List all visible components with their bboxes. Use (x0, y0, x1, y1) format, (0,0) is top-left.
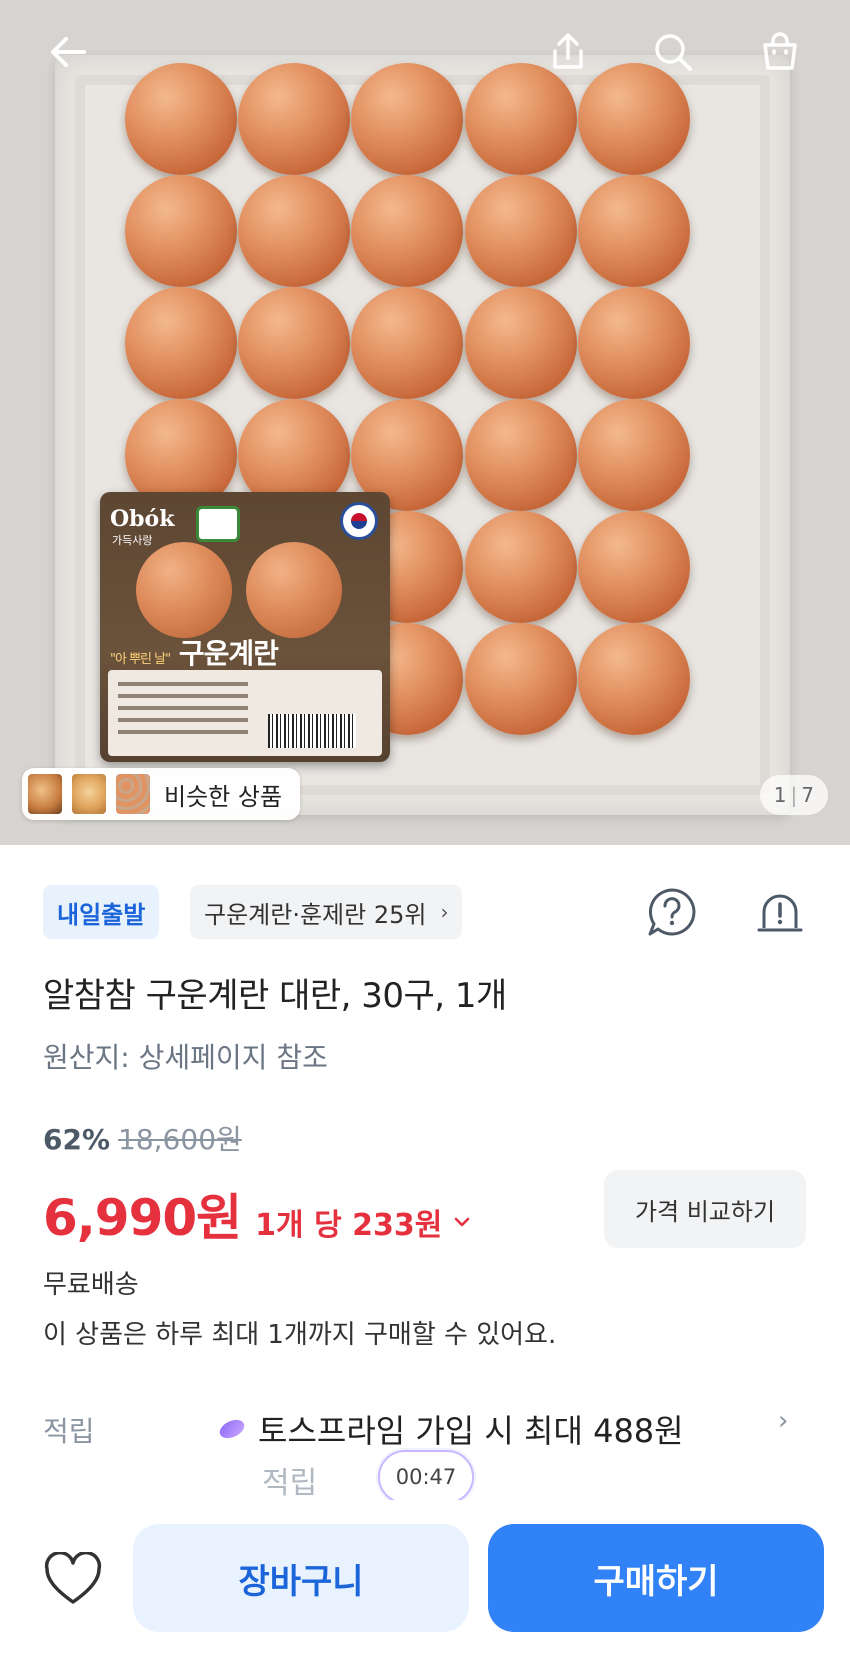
similar-products-label: 비슷한 상품 (164, 782, 283, 811)
barcode-icon (268, 714, 356, 748)
purchase-limit-notice: 이 상품은 하루 최대 1개까지 구매할 수 있어요. (43, 1320, 557, 1350)
chevron-right-icon: › (440, 900, 449, 924)
similar-products-button[interactable]: 비슷한 상품 (22, 768, 301, 820)
similar-thumb (116, 774, 150, 814)
egg-image (238, 175, 350, 287)
reward-text-cont: 적립 (262, 1466, 318, 1501)
similar-thumb (72, 774, 106, 814)
egg-image (578, 511, 690, 623)
discount-rate: 62% (43, 1123, 111, 1156)
sale-price: 6,990원 (43, 1189, 242, 1247)
add-to-cart-button[interactable]: 장바구니 (133, 1524, 469, 1632)
egg-image (351, 287, 463, 399)
origin-info: 원산지: 상세페이지 참조 (43, 1041, 328, 1074)
discount-row: 62% 18,600원 (43, 1118, 242, 1158)
search-icon (655, 34, 692, 71)
price-row: 6,990원 1개 당 233원 (43, 1178, 472, 1250)
question-bubble-icon (648, 888, 696, 936)
label-egg-image (136, 542, 232, 638)
certification-badge-icon (196, 506, 240, 542)
price-compare-button[interactable]: 가격 비교하기 (604, 1170, 806, 1248)
original-price: 18,600원 (118, 1123, 242, 1156)
government-seal-icon (340, 502, 378, 540)
chevron-down-icon (455, 1217, 470, 1227)
reward-promo[interactable]: 토스프라임 가입 시 최대 488원 (218, 1406, 684, 1452)
report-button[interactable] (748, 880, 812, 944)
reward-text: 토스프라임 가입 시 최대 488원 (258, 1412, 684, 1450)
category-ranking-chip[interactable]: 구운계란·훈제란 25위 › (190, 885, 463, 939)
egg-image (125, 63, 237, 175)
unit-price: 1개 당 233원 (255, 1208, 443, 1243)
delivery-badge: 내일출발 (43, 885, 160, 939)
brand-logo: Obók (110, 506, 175, 532)
egg-image (465, 287, 577, 399)
search-button[interactable] (645, 24, 701, 80)
back-button[interactable] (40, 24, 96, 80)
arrow-left-icon (51, 37, 86, 67)
label-product-name: "아 뿌린 날" 구운계란 (110, 637, 279, 670)
brand-sub: 가득사랑 (112, 534, 153, 547)
egg-image (578, 399, 690, 511)
label-egg-image (246, 542, 342, 638)
share-icon (553, 33, 583, 69)
product-package-label: Obók 가득사랑 "아 뿌린 날" 구운계란 (100, 492, 390, 762)
egg-image (578, 287, 690, 399)
buy-now-button[interactable]: 구매하기 (488, 1524, 824, 1632)
product-image-carousel[interactable]: Obók 가득사랑 "아 뿌린 날" 구운계란 비슷한 상품 1 | 7 (0, 0, 850, 845)
egg-image (351, 175, 463, 287)
egg-image (578, 623, 690, 735)
egg-image (465, 399, 577, 511)
question-button[interactable] (640, 880, 704, 944)
favorite-button[interactable] (38, 1545, 108, 1615)
alert-siren-icon (757, 894, 803, 932)
egg-image (465, 175, 577, 287)
egg-image (125, 287, 237, 399)
chevron-right-icon[interactable]: › (778, 1406, 788, 1436)
toss-prime-icon (219, 1419, 245, 1439)
egg-image (125, 175, 237, 287)
egg-image (465, 623, 577, 735)
image-counter: 1 | 7 (759, 775, 828, 815)
shopping-bag-icon (763, 32, 797, 70)
share-button[interactable] (540, 24, 596, 80)
shopping-bag-button[interactable] (752, 24, 808, 80)
egg-image (465, 511, 577, 623)
heart-icon (44, 1552, 102, 1604)
egg-image (238, 287, 350, 399)
product-title: 알참참 구운계란 대란, 30구, 1개 (43, 976, 507, 1016)
similar-thumb (28, 774, 62, 814)
ranking-label: 구운계란·훈제란 25위 (204, 900, 427, 929)
timer-badge: 00:47 (378, 1450, 474, 1504)
egg-image (578, 175, 690, 287)
shipping-info: 무료배송 (43, 1270, 139, 1300)
egg-image (351, 63, 463, 175)
unit-price-toggle[interactable]: 1개 당 233원 (255, 1200, 472, 1244)
reward-label: 적립 (43, 1415, 95, 1448)
egg-image (238, 63, 350, 175)
